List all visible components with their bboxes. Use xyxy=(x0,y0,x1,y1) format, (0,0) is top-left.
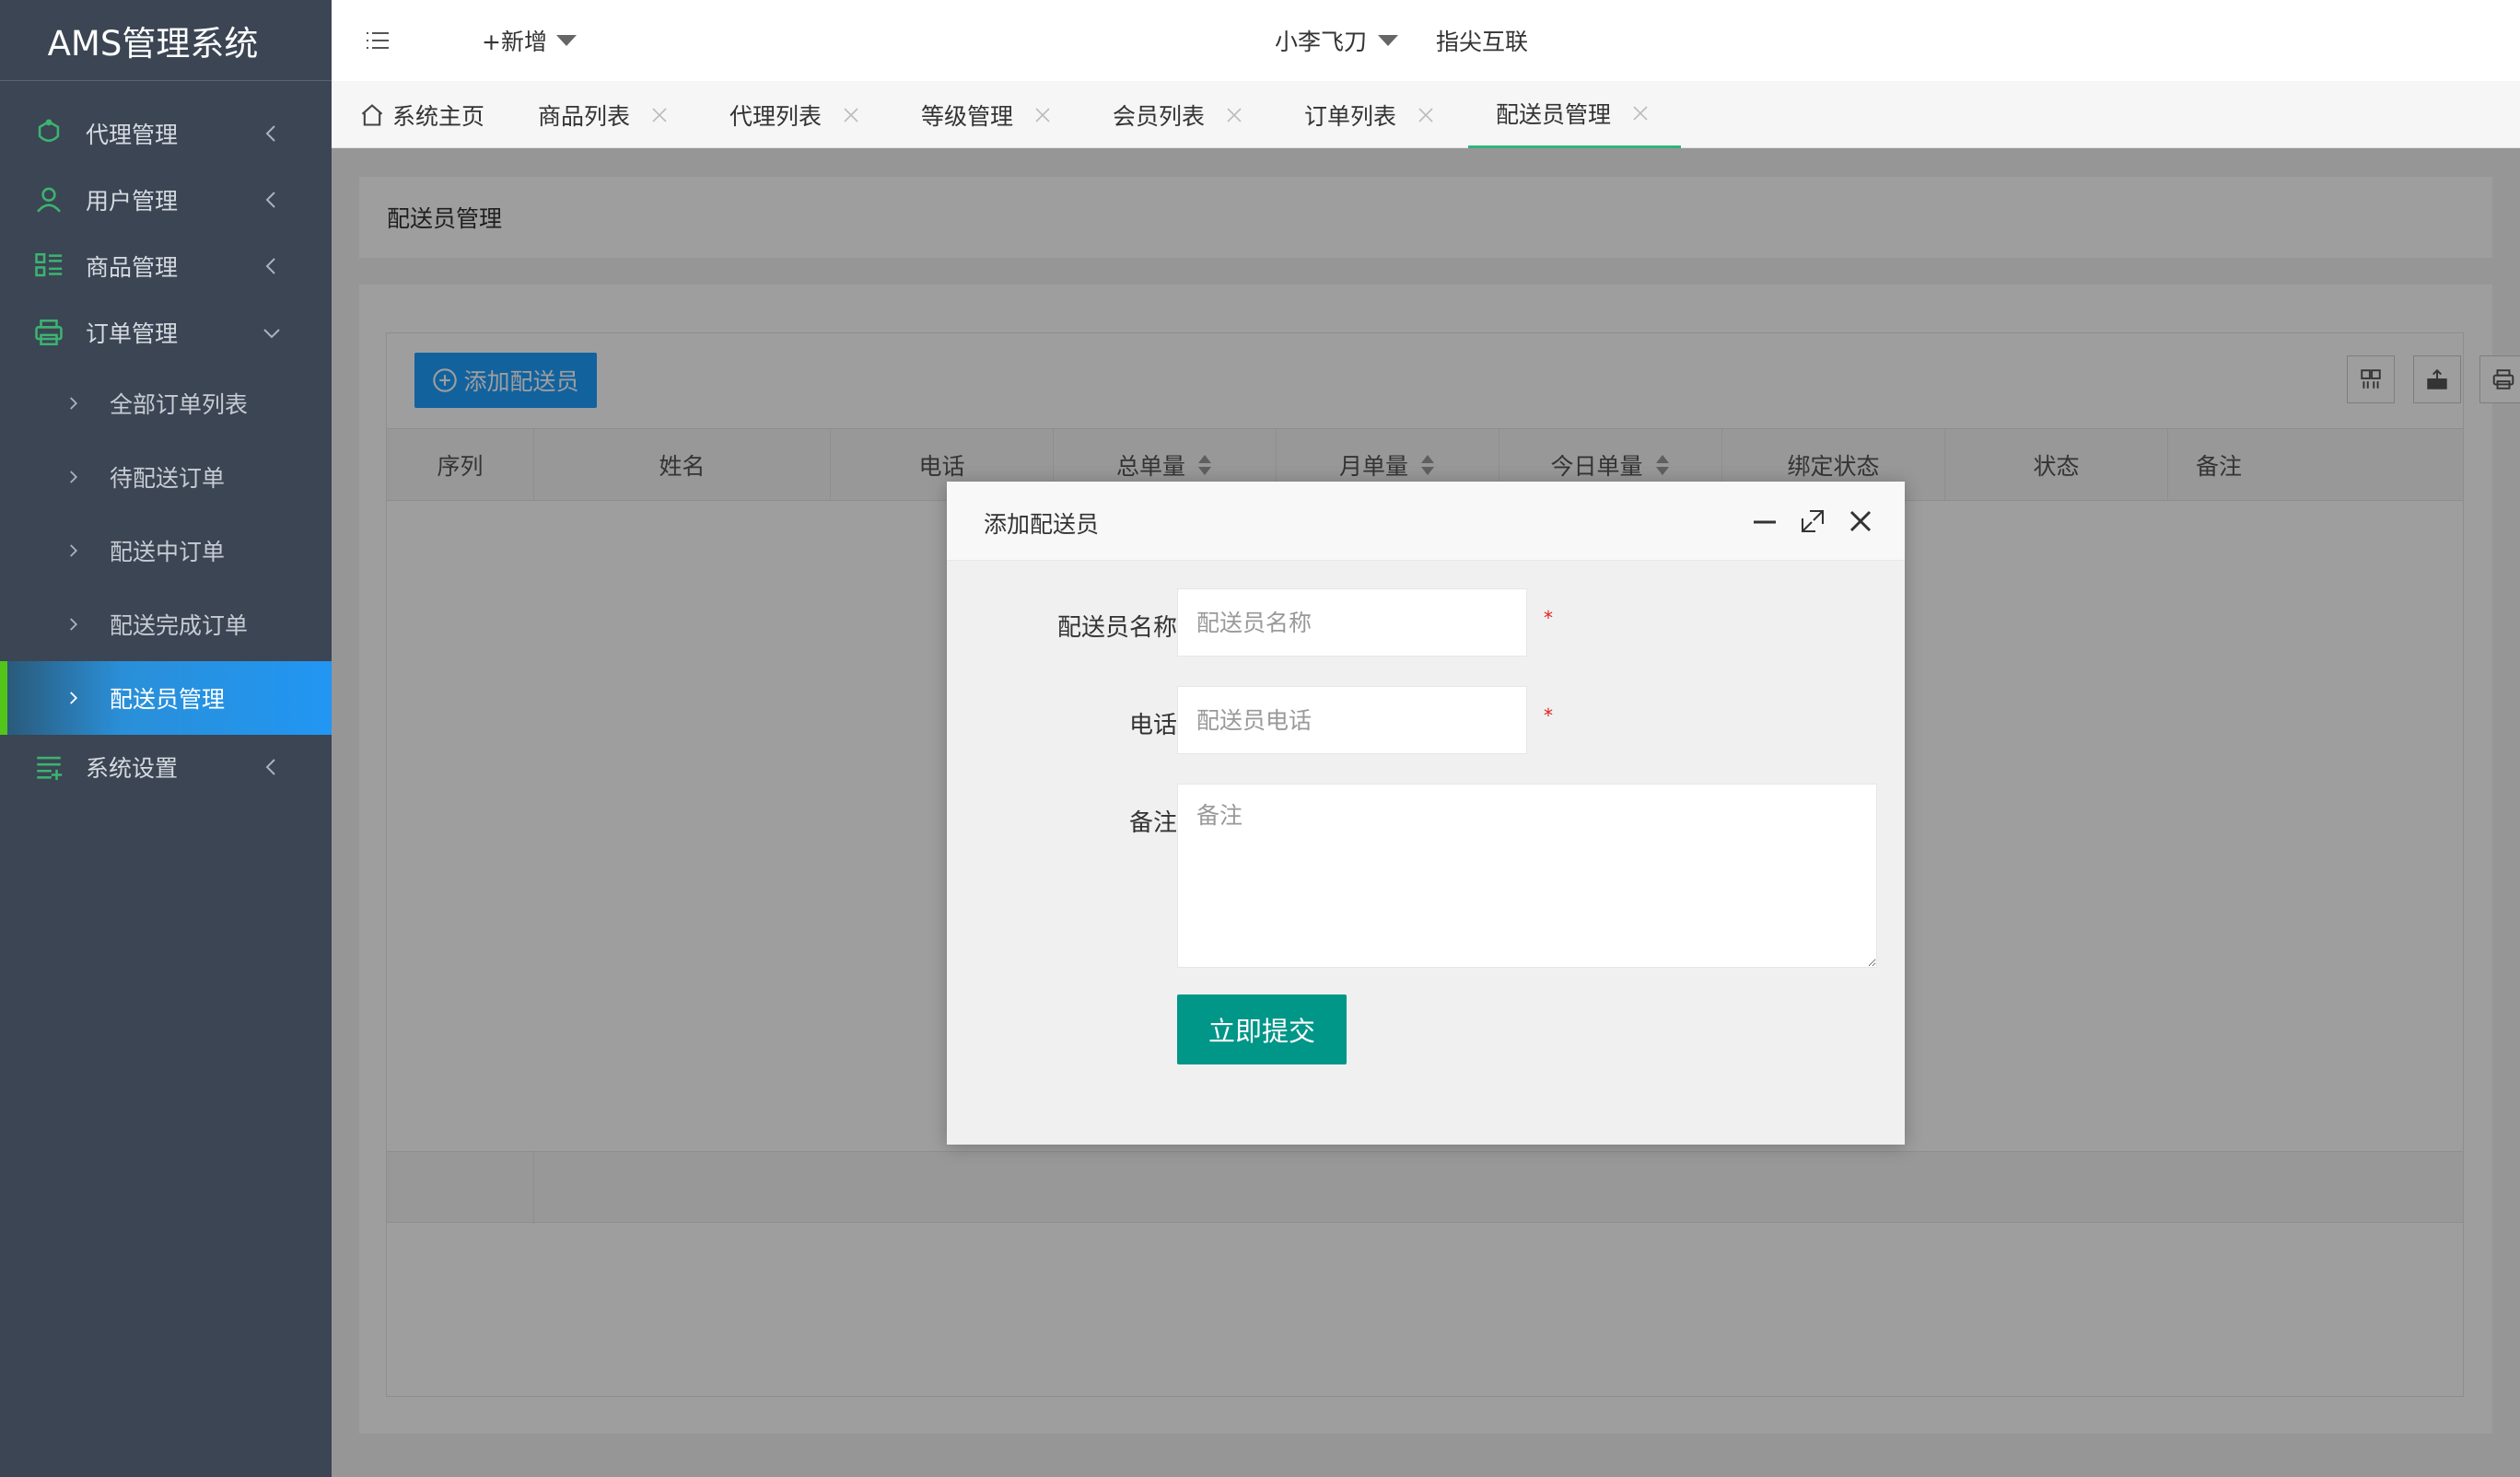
tab-label: 配送员管理 xyxy=(1496,101,1612,128)
close-icon[interactable] xyxy=(1417,106,1435,124)
add-courier-dialog: 添加配送员 配送员名称 * 电话 * 备注 立即提交 xyxy=(947,482,1905,1145)
required-mark: * xyxy=(1544,704,1553,727)
caret-down-icon xyxy=(1378,35,1399,46)
minimize-icon[interactable] xyxy=(1751,507,1779,535)
app-logo: AMS管理系统 xyxy=(0,0,332,81)
sidebar-subitem-label: 待配送订单 xyxy=(110,465,226,492)
sidebar-item-settings[interactable]: 系统设置 xyxy=(0,734,332,800)
remark-label: 备注 xyxy=(1128,809,1177,837)
close-icon[interactable] xyxy=(650,106,669,124)
sidebar-subitem-label: 配送完成订单 xyxy=(110,612,249,639)
user-name: 小李飞刀 xyxy=(1275,29,1368,55)
sidebar-item-users[interactable]: 用户管理 xyxy=(0,167,332,233)
goods-icon xyxy=(35,252,63,277)
dialog-title: 添加配送员 xyxy=(984,511,1100,538)
tab-goods-list[interactable]: 商品列表 xyxy=(538,81,669,148)
dialog-header: 添加配送员 xyxy=(947,482,1905,561)
tab-home[interactable]: 系统主页 xyxy=(359,81,484,148)
chevron-right-icon xyxy=(70,618,78,631)
sidebar: AMS管理系统 代理管理 用户管理 商品管理 订单管理 全部订单列表 待配送订单… xyxy=(0,0,332,1477)
tab-order-list[interactable]: 订单列表 xyxy=(1304,81,1435,148)
chevron-left-icon xyxy=(265,759,275,775)
chevron-left-icon xyxy=(265,125,275,142)
user-menu[interactable]: 小李飞刀 xyxy=(1275,24,1399,57)
sidebar-subitem-completed-orders[interactable]: 配送完成订单 xyxy=(0,587,332,661)
user-icon xyxy=(36,187,62,213)
maximize-icon[interactable] xyxy=(1799,507,1826,535)
sidebar-item-label: 用户管理 xyxy=(86,188,179,215)
sidebar-subitem-all-orders[interactable]: 全部订单列表 xyxy=(0,366,332,440)
printer-icon xyxy=(35,319,63,346)
required-mark: * xyxy=(1544,607,1553,629)
tab-level-management[interactable]: 等级管理 xyxy=(921,81,1052,148)
tab-label: 等级管理 xyxy=(921,102,1014,130)
sidebar-item-label: 订单管理 xyxy=(86,320,179,347)
submit-button[interactable]: 立即提交 xyxy=(1177,994,1347,1064)
sidebar-item-label: 系统设置 xyxy=(86,755,179,782)
tab-label: 商品列表 xyxy=(538,102,631,130)
home-icon xyxy=(361,103,383,126)
courier-phone-input[interactable] xyxy=(1177,686,1527,754)
settings-list-icon xyxy=(37,756,63,781)
tab-member-list[interactable]: 会员列表 xyxy=(1113,81,1243,148)
chevron-right-icon xyxy=(70,471,78,483)
tab-courier-management[interactable]: 配送员管理 xyxy=(1468,81,1682,148)
sidebar-item-label: 代理管理 xyxy=(86,122,179,148)
chevron-left-icon xyxy=(265,258,275,274)
sidebar-subitem-label: 全部订单列表 xyxy=(110,391,249,418)
new-dropdown-label: +新增 xyxy=(482,29,547,55)
sidebar-subitem-label: 配送员管理 xyxy=(110,686,226,713)
chevron-right-icon xyxy=(70,397,78,410)
sidebar-item-goods[interactable]: 商品管理 xyxy=(0,233,332,299)
top-header: +新增 小李飞刀 指尖互联 xyxy=(332,0,2520,81)
chevron-left-icon xyxy=(265,192,275,208)
new-dropdown[interactable]: +新增 xyxy=(482,24,577,57)
sidebar-subitem-delivering-orders[interactable]: 配送中订单 xyxy=(0,514,332,587)
sidebar-subitem-label: 配送中订单 xyxy=(110,539,226,565)
agent-icon xyxy=(38,119,60,143)
chevron-right-icon xyxy=(70,544,78,557)
tab-agent-list[interactable]: 代理列表 xyxy=(729,81,860,148)
brand-link[interactable]: 指尖互联 xyxy=(1436,24,1528,57)
tab-label: 系统主页 xyxy=(392,102,485,130)
sidebar-item-agent[interactable]: 代理管理 xyxy=(0,100,332,167)
close-icon[interactable] xyxy=(1847,507,1874,535)
sidebar-subitem-pending-orders[interactable]: 待配送订单 xyxy=(0,440,332,514)
chevron-down-icon xyxy=(263,329,280,339)
courier-name-label: 配送员名称 xyxy=(1056,614,1177,642)
courier-name-input[interactable] xyxy=(1177,588,1527,657)
menu-toggle-icon[interactable] xyxy=(365,29,391,52)
remark-textarea[interactable] xyxy=(1177,784,1877,968)
tab-label: 代理列表 xyxy=(729,102,822,130)
tab-label: 订单列表 xyxy=(1304,102,1397,130)
close-icon[interactable] xyxy=(1033,106,1052,124)
close-icon[interactable] xyxy=(1225,106,1243,124)
sidebar-item-label: 商品管理 xyxy=(86,254,179,281)
caret-down-icon xyxy=(555,35,577,46)
sidebar-subitem-courier-management[interactable]: 配送员管理 xyxy=(0,661,332,735)
tab-label: 会员列表 xyxy=(1113,102,1206,130)
chevron-right-icon xyxy=(70,692,78,704)
sidebar-item-orders[interactable]: 订单管理 xyxy=(0,299,332,366)
close-icon[interactable] xyxy=(1631,104,1650,122)
page-tabs: 系统主页 商品列表 代理列表 等级管理 会员列表 订单列表 配送员管理 xyxy=(332,81,2520,148)
close-icon[interactable] xyxy=(842,106,860,124)
courier-phone-label: 电话 xyxy=(1128,712,1177,739)
